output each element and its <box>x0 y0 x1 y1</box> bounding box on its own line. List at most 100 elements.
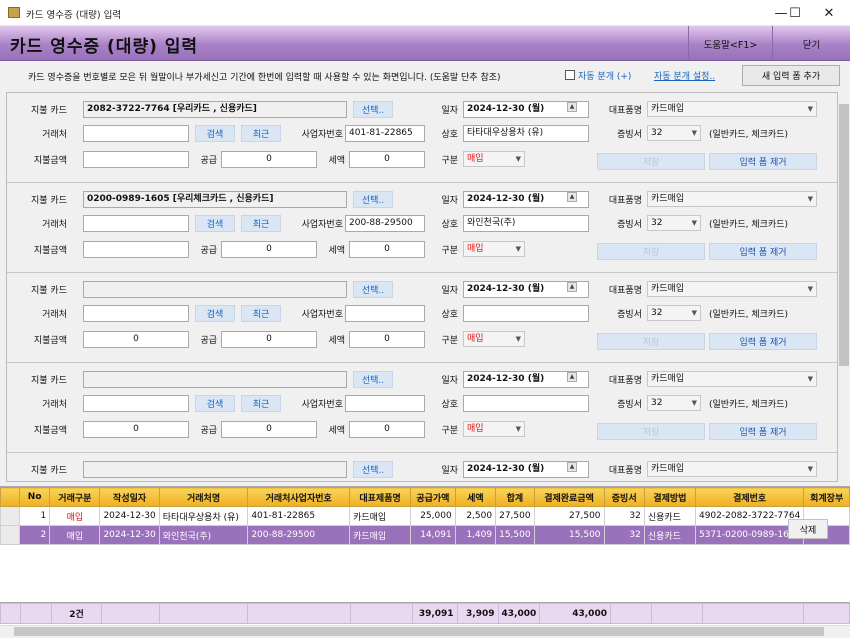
date-up-icon[interactable]: ▲ <box>567 102 577 112</box>
column-header[interactable]: 합계 <box>495 487 535 507</box>
vendor-search-button[interactable]: 검색 <box>195 395 235 412</box>
amount-input[interactable]: 0 <box>83 421 189 438</box>
rep-item-dropdown[interactable]: 카드매입 ▼ <box>647 461 817 477</box>
table-cell[interactable]: 27,500 <box>533 506 605 526</box>
column-header[interactable]: 공급가액 <box>410 487 456 507</box>
table-cell[interactable]: 매입 <box>49 525 101 545</box>
supply-input[interactable]: 0 <box>221 151 317 168</box>
delete-button[interactable]: 삭제 <box>788 519 828 539</box>
table-cell[interactable]: 2 <box>19 525 51 545</box>
vendor-input[interactable] <box>83 305 189 322</box>
help-button[interactable]: 도움말<F1> <box>688 26 772 61</box>
table-cell[interactable]: 27,500 <box>495 506 535 526</box>
table-cell[interactable]: 2024-12-30 <box>99 525 160 545</box>
table-cell[interactable]: 매입 <box>49 506 101 526</box>
card-field[interactable]: 2082-3722-7764 [우리카드 , 신용카드] <box>83 101 347 118</box>
amount-input[interactable]: 0 <box>83 331 189 348</box>
card-select-button[interactable]: 선택.. <box>353 101 393 118</box>
table-cell[interactable]: 카드매입 <box>349 506 412 526</box>
forms-scrollbar-thumb[interactable] <box>839 104 849 366</box>
vendor-recent-button[interactable]: 최근 <box>241 305 281 322</box>
card-field[interactable] <box>83 461 347 478</box>
vendor-recent-button[interactable]: 최근 <box>241 125 281 142</box>
table-cell[interactable]: 1,409 <box>454 525 497 545</box>
type-dropdown[interactable]: 매입 ▼ <box>463 331 525 347</box>
type-dropdown[interactable]: 매입 ▼ <box>463 241 525 257</box>
auto-split-label[interactable]: 자동 분개 (+) <box>578 69 631 82</box>
column-header[interactable]: No <box>19 487 51 507</box>
table-cell[interactable]: 401-81-22865 <box>247 506 351 526</box>
company-input[interactable] <box>463 305 589 322</box>
table-cell[interactable]: 1 <box>19 506 51 526</box>
table-row[interactable]: 2 매입 2024-12-30 와인천국(주) 200-88-29500 카드매입 14,0… <box>0 525 850 545</box>
vendor-search-button[interactable]: 검색 <box>195 215 235 232</box>
table-hscrollbar-thumb[interactable] <box>14 627 824 636</box>
close-window-button[interactable]: ✕ <box>806 0 850 26</box>
rep-item-dropdown[interactable]: 카드매입 ▼ <box>647 371 817 387</box>
amount-input[interactable] <box>83 151 189 168</box>
supply-input[interactable]: 0 <box>221 241 317 258</box>
card-select-button[interactable]: 선택.. <box>353 191 393 208</box>
vendor-input[interactable] <box>83 125 189 142</box>
table-cell[interactable]: 신용카드 <box>643 506 696 526</box>
evidence-dropdown[interactable]: 32 ▼ <box>647 305 701 321</box>
vendor-search-button[interactable]: 검색 <box>195 125 235 142</box>
company-input[interactable]: 타타대우상용차 (유) <box>463 125 589 142</box>
column-header[interactable]: 회계장부 <box>803 487 850 507</box>
column-header[interactable]: 결제완료금액 <box>533 487 605 507</box>
save-button[interactable]: 저장 <box>597 333 705 350</box>
table-cell[interactable]: 25,000 <box>410 506 456 526</box>
column-header[interactable]: 거래처사업자번호 <box>247 487 351 507</box>
card-select-button[interactable]: 선택.. <box>353 281 393 298</box>
date-up-icon[interactable]: ▲ <box>567 372 577 382</box>
table-row[interactable]: 1 매입 2024-12-30 타타대우상용차 (유) 401-81-22865 카드매입… <box>0 506 850 526</box>
vendor-input[interactable] <box>83 215 189 232</box>
column-header[interactable]: 결제방법 <box>643 487 696 507</box>
save-button[interactable]: 저장 <box>597 243 705 260</box>
column-header[interactable]: 증빙서 <box>603 487 645 507</box>
card-field[interactable] <box>83 281 347 298</box>
rep-item-dropdown[interactable]: 카드매입 ▼ <box>647 101 817 117</box>
column-header[interactable]: 대표제품명 <box>349 487 412 507</box>
amount-input[interactable] <box>83 241 189 258</box>
rep-item-dropdown[interactable]: 카드매입 ▼ <box>647 191 817 207</box>
company-input[interactable] <box>463 395 589 412</box>
save-button[interactable]: 저장 <box>597 153 705 170</box>
row-header[interactable] <box>0 525 21 545</box>
card-field[interactable]: 0200-0989-1605 [우리체크카드 , 신용카드] <box>83 191 347 208</box>
vendor-input[interactable] <box>83 395 189 412</box>
date-up-icon[interactable]: ▲ <box>567 462 577 472</box>
table-cell[interactable]: 신용카드 <box>643 525 696 545</box>
row-header[interactable] <box>0 506 21 526</box>
remove-form-button[interactable]: 입력 폼 제거 <box>709 153 817 170</box>
table-cell[interactable]: 15,500 <box>533 525 605 545</box>
evidence-dropdown[interactable]: 32 ▼ <box>647 125 701 141</box>
supply-input[interactable]: 0 <box>221 421 317 438</box>
remove-form-button[interactable]: 입력 폼 제거 <box>709 333 817 350</box>
type-dropdown[interactable]: 매입 ▼ <box>463 421 525 437</box>
vendor-search-button[interactable]: 검색 <box>195 305 235 322</box>
table-cell[interactable]: 카드매입 <box>349 525 412 545</box>
card-select-button[interactable]: 선택.. <box>353 371 393 388</box>
column-header[interactable]: 거래구분 <box>49 487 101 507</box>
auto-split-settings-link[interactable]: 자동 분개 설정.. <box>654 69 715 82</box>
add-form-button[interactable]: 새 입력 폼 추가 <box>742 65 840 86</box>
vendor-recent-button[interactable]: 최근 <box>241 215 281 232</box>
supply-input[interactable]: 0 <box>221 331 317 348</box>
rep-item-dropdown[interactable]: 카드매입 ▼ <box>647 281 817 297</box>
table-cell[interactable]: 2024-12-30 <box>99 506 160 526</box>
evidence-dropdown[interactable]: 32 ▼ <box>647 215 701 231</box>
table-cell[interactable]: 15,500 <box>495 525 535 545</box>
table-cell[interactable]: 와인천국(주) <box>158 525 249 545</box>
column-header[interactable]: 작성일자 <box>99 487 160 507</box>
table-cell[interactable]: 타타대우상용차 (유) <box>158 506 249 526</box>
table-cell[interactable]: 32 <box>603 506 645 526</box>
remove-form-button[interactable]: 입력 폼 제거 <box>709 243 817 260</box>
save-button[interactable]: 저장 <box>597 423 705 440</box>
table-cell[interactable]: 14,091 <box>410 525 456 545</box>
table-cell[interactable]: 2,500 <box>454 506 497 526</box>
column-header[interactable]: 결제번호 <box>694 487 805 507</box>
table-cell[interactable]: 200-88-29500 <box>247 525 351 545</box>
type-dropdown[interactable]: 매입 ▼ <box>463 151 525 167</box>
company-input[interactable]: 와인천국(주) <box>463 215 589 232</box>
